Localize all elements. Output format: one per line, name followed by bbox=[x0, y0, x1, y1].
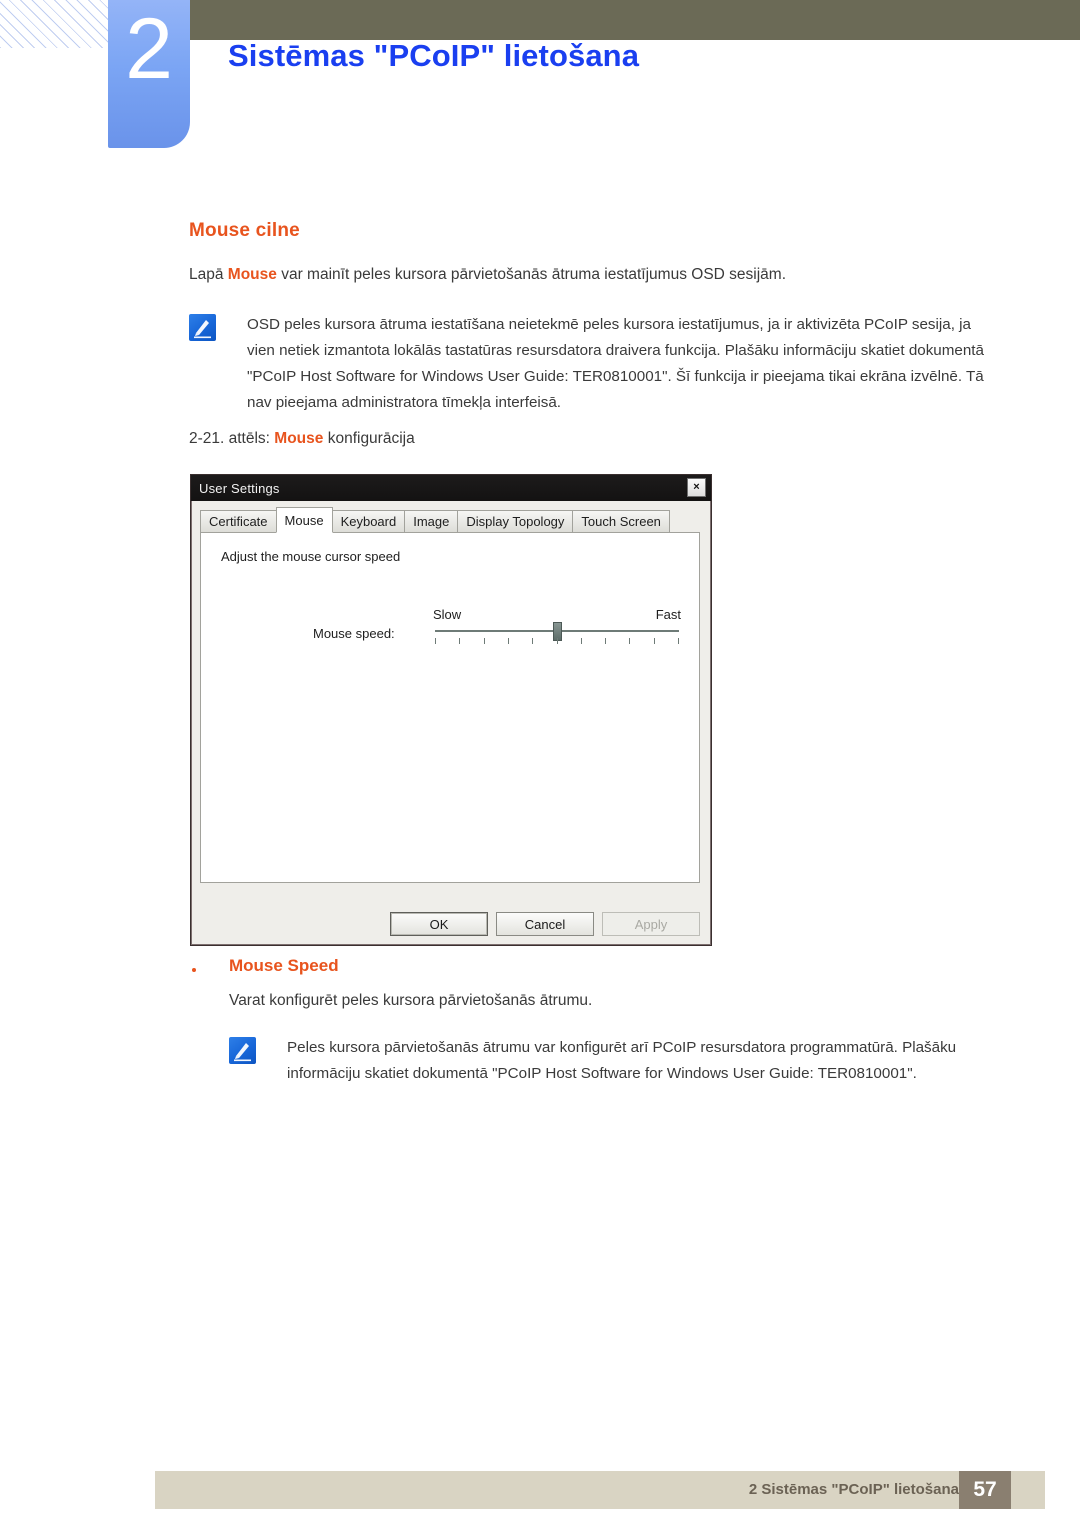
figure-caption: 2-21. attēls: Mouse konfigurācija bbox=[189, 430, 415, 448]
figure-caption-keyword: Mouse bbox=[274, 430, 324, 447]
bullet-item-label: Mouse Speed bbox=[229, 956, 339, 975]
mouse-tab-panel: Adjust the mouse cursor speed Mouse spee… bbox=[200, 532, 700, 883]
note-text-2: Peles kursora pārvietošanās ātrumu var k… bbox=[287, 1039, 957, 1083]
slider-tick bbox=[532, 638, 534, 644]
figure-caption-before: 2-21. attēls: bbox=[189, 430, 275, 447]
section-heading: Mouse cilne bbox=[189, 220, 300, 241]
close-icon[interactable]: × bbox=[687, 478, 706, 497]
cancel-button[interactable]: Cancel bbox=[496, 912, 594, 936]
page-number: 57 bbox=[959, 1471, 1011, 1509]
slider-min-label: Slow bbox=[433, 607, 462, 622]
chapter-badge: 2 bbox=[108, 0, 190, 148]
dialog-tabstrip: Certificate Mouse Keyboard Image Display… bbox=[200, 507, 711, 533]
header-olive-bar bbox=[190, 0, 1080, 40]
dialog-button-row: OK Cancel Apply bbox=[191, 912, 713, 936]
bullet-item-description: Varat konfigurēt peles kursora pārvietoš… bbox=[229, 992, 593, 1009]
mouse-speed-slider[interactable]: Slow Fast bbox=[433, 607, 681, 653]
tab-touch-screen[interactable]: Touch Screen bbox=[572, 510, 670, 533]
slider-tick bbox=[605, 638, 607, 644]
slider-tick bbox=[459, 638, 461, 644]
intro-keyword: Mouse bbox=[227, 266, 277, 283]
slider-tick bbox=[507, 638, 509, 644]
tab-mouse[interactable]: Mouse bbox=[275, 507, 333, 533]
slider-max-label: Fast bbox=[655, 607, 681, 622]
mouse-speed-row: Mouse speed: Slow Fast bbox=[221, 607, 681, 653]
note-block-2: Peles kursora pārvietošanās ātrumu var k… bbox=[229, 1035, 1001, 1087]
slider-tick bbox=[483, 638, 485, 644]
mouse-speed-label: Mouse speed: bbox=[313, 626, 395, 641]
panel-instruction-label: Adjust the mouse cursor speed bbox=[221, 549, 401, 564]
tab-keyboard[interactable]: Keyboard bbox=[331, 510, 406, 533]
document-page: 2 Sistēmas "PCoIP" lietošana Mouse cilne… bbox=[0, 0, 1080, 1527]
intro-text-after: var mainīt peles kursora pārvietošanās ā… bbox=[276, 266, 787, 283]
note-pencil-icon bbox=[229, 1037, 256, 1064]
chapter-title: Sistēmas "PCoIP" lietošana bbox=[228, 38, 640, 73]
decorative-hatch-pattern bbox=[0, 0, 122, 48]
user-settings-dialog: User Settings × Certificate Mouse Keyboa… bbox=[190, 474, 712, 946]
chapter-number: 2 bbox=[125, 1, 173, 97]
slider-tick bbox=[580, 638, 582, 644]
slider-ticks bbox=[435, 638, 679, 646]
apply-button: Apply bbox=[602, 912, 700, 936]
note-block-1: OSD peles kursora ātruma iestatīšana nei… bbox=[189, 312, 1001, 417]
note-pencil-icon bbox=[189, 314, 216, 341]
slider-tick bbox=[556, 638, 558, 644]
bullet-dot-icon bbox=[192, 968, 196, 972]
slider-tick bbox=[629, 638, 631, 644]
dialog-title: User Settings bbox=[199, 480, 280, 496]
dialog-titlebar: User Settings × bbox=[191, 475, 711, 501]
intro-text-before: Lapā bbox=[189, 266, 228, 283]
tab-display-topology[interactable]: Display Topology bbox=[457, 510, 574, 533]
ok-button[interactable]: OK bbox=[390, 912, 488, 936]
footer-title: 2 Sistēmas "PCoIP" lietošana bbox=[748, 1481, 959, 1498]
footer-bar: 2 Sistēmas "PCoIP" lietošana 57 bbox=[155, 1471, 1045, 1509]
slider-tick bbox=[435, 638, 436, 644]
slider-tick bbox=[678, 638, 679, 644]
note-text-1: OSD peles kursora ātruma iestatīšana nei… bbox=[247, 316, 984, 412]
tab-image[interactable]: Image bbox=[404, 510, 459, 533]
slider-end-labels: Slow Fast bbox=[433, 607, 681, 622]
figure-caption-after: konfigurācija bbox=[323, 430, 415, 447]
slider-tick bbox=[653, 638, 655, 644]
tab-certificate[interactable]: Certificate bbox=[200, 510, 277, 533]
intro-paragraph: Lapā Mouse var mainīt peles kursora pārv… bbox=[189, 263, 999, 286]
